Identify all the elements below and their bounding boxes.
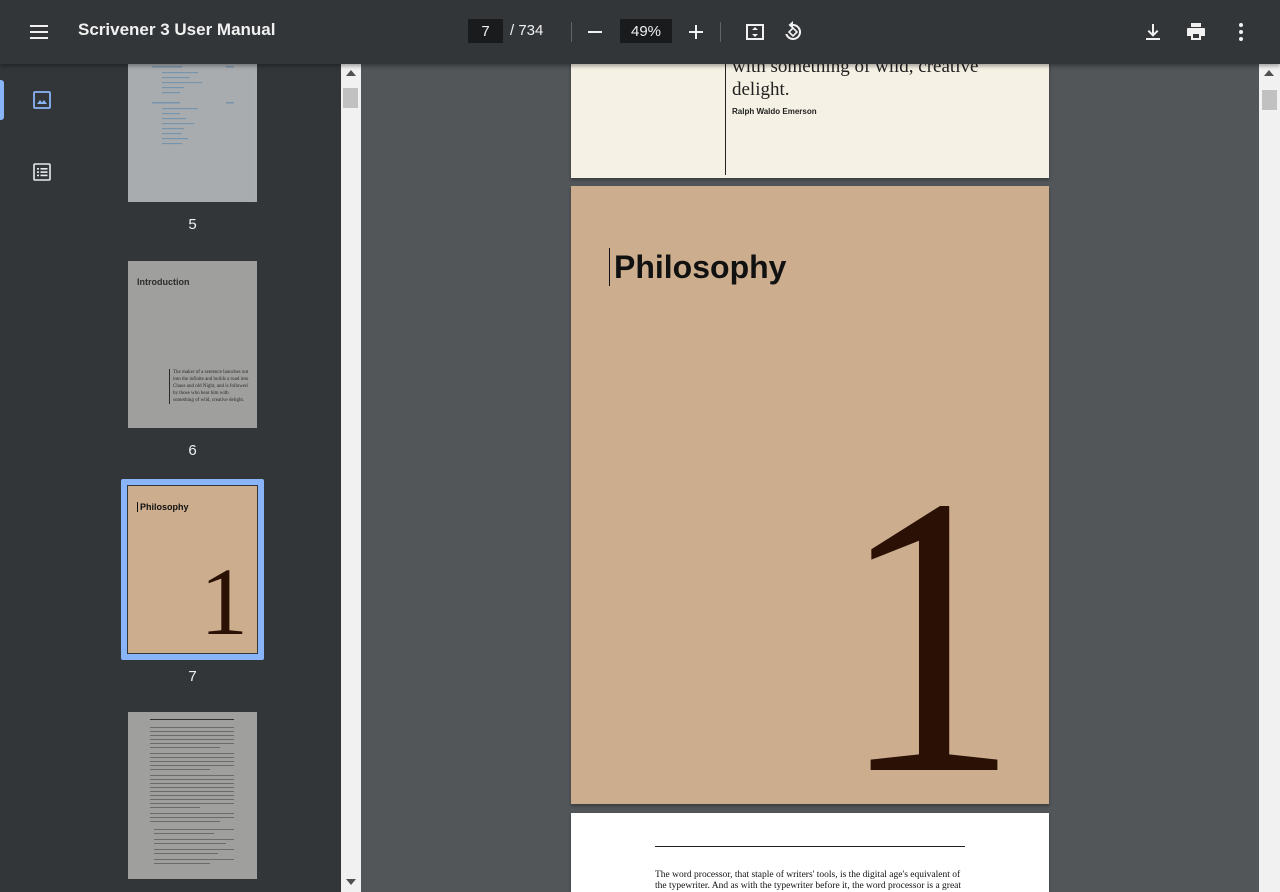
document-viewer: with something of wild, creative delight… bbox=[361, 64, 1259, 892]
toolbar-divider bbox=[571, 22, 572, 42]
table-of-contents-preview bbox=[152, 66, 234, 145]
document-title: Scrivener 3 User Manual bbox=[78, 20, 276, 39]
quote-line: with something of wild, creative bbox=[732, 64, 979, 77]
thumbnail-icon bbox=[33, 91, 51, 109]
thumbnail-page-8[interactable] bbox=[128, 712, 257, 879]
body-text-line: the typewriter. And as with the typewrit… bbox=[655, 881, 962, 891]
minus-icon bbox=[588, 31, 602, 33]
sidebar-rail bbox=[0, 64, 84, 892]
print-button[interactable] bbox=[1176, 12, 1216, 52]
pdf-page-6: with something of wild, creative delight… bbox=[571, 64, 1049, 178]
rotate-button[interactable] bbox=[772, 12, 812, 52]
thumbnail-page-5[interactable] bbox=[128, 64, 257, 202]
thumbnail-page-7[interactable]: Philosophy 1 bbox=[128, 486, 257, 653]
quote-author: Ralph Waldo Emerson bbox=[732, 107, 817, 116]
printer-icon bbox=[1187, 23, 1205, 40]
thumbnail-page-number: 6 bbox=[188, 442, 197, 459]
more-vert-icon bbox=[1239, 23, 1243, 41]
fit-page-icon bbox=[746, 24, 764, 40]
quote-line: delight. bbox=[732, 79, 790, 100]
outline-view-button[interactable] bbox=[22, 152, 62, 192]
document-outline-icon bbox=[33, 163, 51, 181]
scroll-down-arrow-icon[interactable] bbox=[346, 879, 356, 885]
thumbnail-page-number: 5 bbox=[188, 216, 197, 233]
thumbnail-quote: The maker of a sentence launches out int… bbox=[169, 369, 249, 404]
chapter-number: 1 bbox=[839, 414, 1019, 805]
pdf-toolbar: Scrivener 3 User Manual / 734 bbox=[0, 0, 1280, 64]
scrollbar-thumb[interactable] bbox=[343, 88, 358, 108]
chapter-title: Philosophy bbox=[614, 249, 787, 285]
scrollbar-thumb[interactable] bbox=[1262, 90, 1277, 110]
pdf-page-7: Philosophy 1 bbox=[571, 186, 1049, 804]
zoom-in-button[interactable] bbox=[676, 12, 716, 52]
thumbnail-page-6[interactable]: Introduction The maker of a sentence lau… bbox=[128, 261, 257, 428]
page-number-input[interactable] bbox=[468, 19, 503, 43]
document-scrollbar[interactable] bbox=[1259, 64, 1280, 892]
thumbnail-page-number: 7 bbox=[188, 668, 197, 685]
fit-to-page-button[interactable] bbox=[735, 12, 775, 52]
scroll-up-arrow-icon[interactable] bbox=[346, 70, 356, 76]
rotate-counterclockwise-icon bbox=[785, 21, 802, 40]
pdf-page-8: The word processor, that staple of write… bbox=[571, 813, 1049, 892]
thumbnail-heading: Philosophy bbox=[137, 502, 189, 512]
heading-rule bbox=[609, 248, 610, 286]
menu-button[interactable] bbox=[19, 12, 59, 52]
thumbnail-heading: Introduction bbox=[137, 277, 190, 287]
thumbnail-panel: 5 Introduction The maker of a sentence l… bbox=[84, 64, 341, 892]
download-icon bbox=[1146, 24, 1160, 40]
plus-icon bbox=[689, 25, 703, 39]
active-indicator bbox=[0, 80, 4, 120]
body-text-line: The word processor, that staple of write… bbox=[655, 870, 961, 880]
thumbnail-chapter-number: 1 bbox=[200, 548, 248, 655]
section-rule bbox=[655, 846, 965, 847]
quote-block: with something of wild, creative delight… bbox=[725, 64, 1025, 175]
thumbnail-scrollbar[interactable] bbox=[341, 64, 361, 892]
scroll-up-arrow-icon[interactable] bbox=[1264, 70, 1274, 76]
toolbar-divider bbox=[720, 22, 721, 42]
thumbnails-view-button[interactable] bbox=[22, 80, 62, 120]
zoom-out-button[interactable] bbox=[575, 12, 615, 52]
page-total: / 734 bbox=[510, 22, 544, 39]
zoom-level-input[interactable] bbox=[620, 19, 672, 43]
download-button[interactable] bbox=[1133, 12, 1173, 52]
text-page-preview bbox=[150, 719, 234, 864]
hamburger-menu-icon bbox=[30, 25, 48, 39]
more-actions-button[interactable] bbox=[1221, 12, 1261, 52]
